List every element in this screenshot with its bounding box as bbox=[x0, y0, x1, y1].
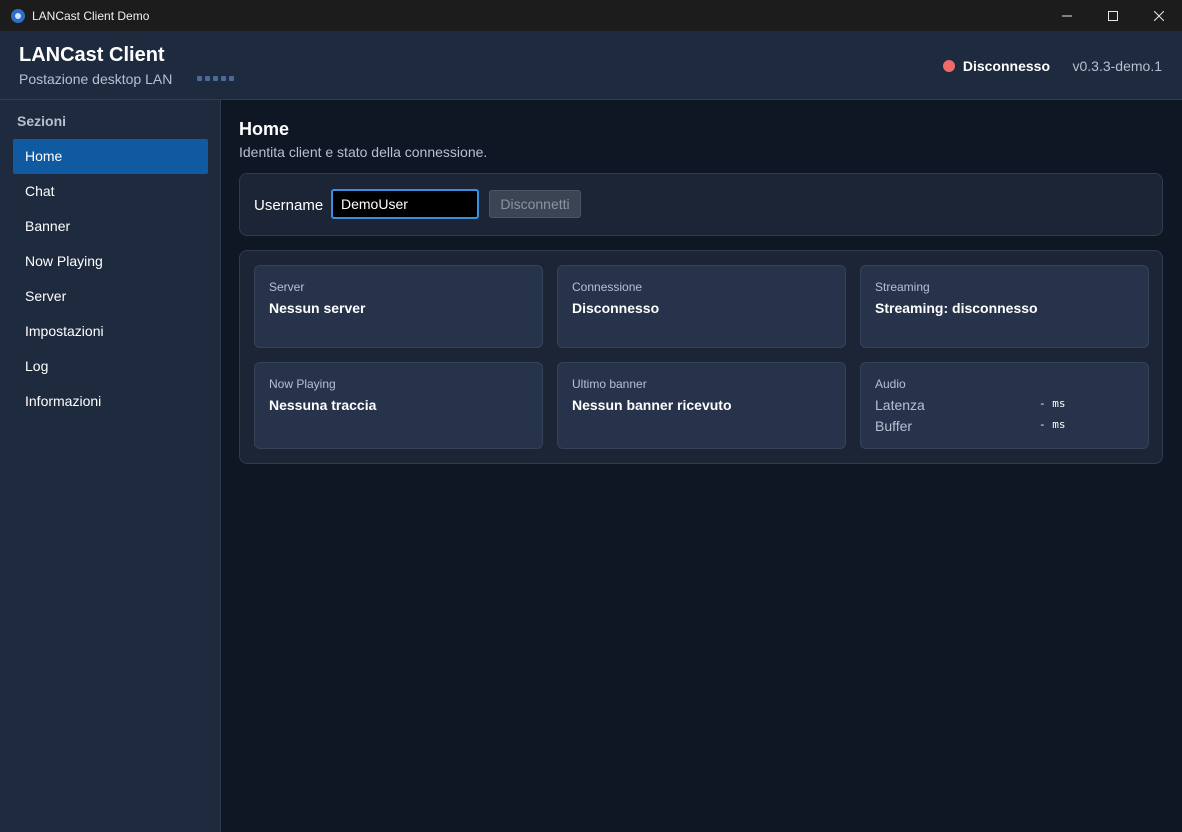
username-input[interactable] bbox=[331, 189, 479, 219]
disconnect-button[interactable]: Disconnetti bbox=[489, 190, 581, 218]
app-header: LANCast Client Postazione desktop LAN Di… bbox=[0, 31, 1182, 100]
card-value: Disconnesso bbox=[572, 300, 660, 316]
sidebar-item-settings[interactable]: Impostazioni bbox=[13, 314, 208, 349]
minimize-button[interactable] bbox=[1044, 0, 1090, 31]
username-label: Username bbox=[254, 197, 324, 214]
sidebar-nav: Home Chat Banner Now Playing Server Impo… bbox=[13, 139, 208, 419]
last-banner-card: Ultimo banner Nessun banner ricevuto bbox=[557, 362, 846, 449]
activity-dot bbox=[221, 76, 226, 81]
activity-dot bbox=[205, 76, 210, 81]
now-playing-card: Now Playing Nessuna traccia bbox=[254, 362, 543, 449]
sidebar-title: Sezioni bbox=[17, 113, 67, 129]
sidebar-item-banner[interactable]: Banner bbox=[13, 209, 208, 244]
sidebar: Sezioni Home Chat Banner Now Playing Ser… bbox=[0, 100, 221, 832]
activity-dots bbox=[197, 76, 234, 81]
status-dot-icon bbox=[942, 60, 955, 72]
card-label: Server bbox=[269, 280, 305, 294]
status-cards-panel: Server Nessun server Connessione Disconn… bbox=[239, 250, 1163, 464]
card-value: Streaming: disconnesso bbox=[875, 300, 1038, 316]
close-button[interactable] bbox=[1136, 0, 1182, 31]
status-text: Disconnesso bbox=[962, 58, 1050, 74]
server-card: Server Nessun server bbox=[254, 265, 543, 348]
card-label: Connessione bbox=[572, 280, 643, 294]
card-value: Nessun banner ricevuto bbox=[572, 397, 732, 413]
activity-dot bbox=[229, 76, 234, 81]
buffer-value: - ms bbox=[1039, 418, 1066, 431]
window-controls bbox=[1044, 0, 1182, 31]
sidebar-item-info[interactable]: Informazioni bbox=[13, 384, 208, 419]
sidebar-item-chat[interactable]: Chat bbox=[13, 174, 208, 209]
card-label: Now Playing bbox=[269, 377, 336, 391]
sidebar-item-home[interactable]: Home bbox=[13, 139, 208, 174]
card-label: Ultimo banner bbox=[572, 377, 647, 391]
app-icon bbox=[11, 8, 25, 23]
connection-status: Disconnesso bbox=[942, 58, 1050, 74]
activity-dot bbox=[213, 76, 218, 81]
sidebar-item-now-playing[interactable]: Now Playing bbox=[13, 244, 208, 279]
page-title: Home bbox=[239, 119, 290, 139]
sidebar-item-log[interactable]: Log bbox=[13, 349, 208, 384]
connection-card: Connessione Disconnesso bbox=[557, 265, 846, 348]
window-titlebar: LANCast Client Demo bbox=[0, 0, 1182, 31]
page-description: Identita client e stato della connession… bbox=[239, 144, 488, 160]
card-value: Nessuna traccia bbox=[269, 397, 377, 413]
activity-dot bbox=[197, 76, 202, 81]
sidebar-item-server[interactable]: Server bbox=[13, 279, 208, 314]
audio-card: Audio Latenza - ms Buffer - ms bbox=[860, 362, 1149, 449]
card-label: Audio bbox=[875, 377, 906, 391]
window-title: LANCast Client Demo bbox=[32, 8, 150, 23]
card-value: Nessun server bbox=[269, 300, 366, 316]
streaming-card: Streaming Streaming: disconnesso bbox=[860, 265, 1149, 348]
latency-value: - ms bbox=[1039, 397, 1066, 410]
maximize-icon bbox=[1108, 10, 1118, 21]
version-label: v0.3.3-demo.1 bbox=[1072, 58, 1163, 74]
app-subtitle: Postazione desktop LAN bbox=[19, 71, 173, 87]
latency-label: Latenza bbox=[875, 397, 925, 413]
maximize-button[interactable] bbox=[1090, 0, 1136, 31]
main-content: Home Identita client e stato della conne… bbox=[221, 100, 1182, 832]
app-title: LANCast Client bbox=[19, 44, 165, 66]
username-panel: Username Disconnetti bbox=[239, 173, 1163, 236]
card-label: Streaming bbox=[875, 280, 930, 294]
close-icon bbox=[1154, 10, 1164, 21]
buffer-label: Buffer bbox=[875, 418, 913, 434]
minimize-icon bbox=[1062, 15, 1072, 16]
